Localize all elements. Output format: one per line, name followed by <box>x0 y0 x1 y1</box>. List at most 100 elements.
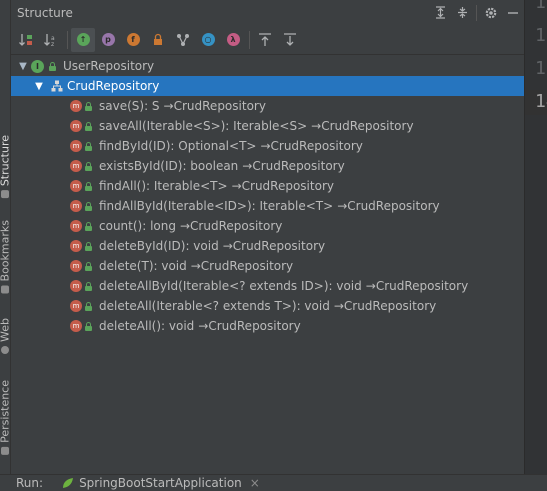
panel-header: Structure <box>11 0 524 25</box>
method-name: findAll(): Iterable<T> <box>99 179 228 193</box>
lock-icon <box>84 241 93 251</box>
method-name: existsById(ID): boolean <box>99 159 239 173</box>
side-tab-structure[interactable]: Structure <box>0 135 12 199</box>
header-separator <box>476 4 477 21</box>
method-icon: m <box>70 160 82 172</box>
run-bar: Run: SpringBootStartApplication × <box>0 474 547 491</box>
method-location: →CrudRepository <box>163 99 266 113</box>
left-tool-strip: Structure Bookmarks Web Persistence <box>0 0 12 474</box>
lock-icon <box>84 221 93 231</box>
method-icon: m <box>70 260 82 272</box>
method-icon: m <box>70 200 82 212</box>
side-tab-web[interactable]: Web <box>0 318 12 354</box>
method-icon: m <box>70 300 82 312</box>
lock-icon <box>48 61 57 71</box>
side-tab-persistence-label: Persistence <box>0 380 12 443</box>
line-number: 13 <box>535 58 547 79</box>
panel-title: Structure <box>17 5 73 20</box>
collapse-all-icon[interactable] <box>451 2 473 24</box>
method-location: →CrudRepository <box>260 139 363 153</box>
method-location: →CrudRepository <box>179 219 283 233</box>
run-tab[interactable]: SpringBootStartApplication × <box>61 476 260 490</box>
method-name: saveAll(Iterable<S>): Iterable<S> <box>99 119 308 133</box>
tree-node-crud-repository[interactable]: ▼ CrudRepository <box>11 76 524 96</box>
method-row[interactable]: m existsById(ID): boolean →CrudRepositor… <box>11 156 524 176</box>
line-number-current: 14 <box>535 91 547 112</box>
method-icon: m <box>70 180 82 192</box>
anonymous-circle: ○ <box>201 33 215 46</box>
method-row[interactable]: m deleteAll(Iterable<? extends T>): void… <box>11 296 524 316</box>
show-lambdas-icon[interactable]: λ <box>221 28 245 52</box>
method-location: →CrudRepository <box>337 199 440 213</box>
method-name: deleteAll(Iterable<? extends T>): void <box>99 299 330 313</box>
minimize-icon[interactable] <box>502 2 524 24</box>
side-tab-persistence[interactable]: Persistence <box>0 380 12 455</box>
line-number: 12 <box>535 25 547 46</box>
method-icon: m <box>70 140 82 152</box>
chevron-down-icon[interactable]: ▼ <box>17 61 29 72</box>
run-label: Run: <box>16 476 44 490</box>
method-icon: m <box>70 280 82 292</box>
method-row[interactable]: m delete(T): void →CrudRepository <box>11 256 524 276</box>
tree-node-label: CrudRepository <box>67 79 160 93</box>
expand-all-icon[interactable] <box>429 2 451 24</box>
tree-root-label: UserRepository <box>63 59 155 73</box>
lock-icon <box>84 261 93 271</box>
close-icon[interactable]: × <box>250 476 260 490</box>
chevron-down-icon[interactable]: ▼ <box>33 81 45 92</box>
field-circle: f <box>126 33 140 46</box>
lock-icon <box>84 321 93 331</box>
method-location: →CrudRepository <box>190 259 294 273</box>
side-tab-web-label: Web <box>0 318 12 342</box>
show-fields-icon[interactable]: f <box>121 28 145 52</box>
lock-icon <box>84 281 93 291</box>
lambda-circle: λ <box>226 33 240 46</box>
lock-icon <box>84 181 93 191</box>
method-location: →CrudRepository <box>198 319 301 333</box>
method-name: deleteAll(): void <box>99 319 195 333</box>
lock-icon <box>84 201 93 211</box>
show-non-public-icon[interactable] <box>146 28 170 52</box>
web-icon <box>1 345 9 354</box>
method-row[interactable]: m count(): long →CrudRepository <box>11 216 524 236</box>
side-tab-bookmarks-label: Bookmarks <box>0 220 12 282</box>
show-inherited-icon[interactable]: ↑ <box>71 27 95 52</box>
gear-icon[interactable] <box>480 2 502 24</box>
structure-tree: ▼ I UserRepository ▼ CrudRepository m sa… <box>11 56 524 336</box>
method-row[interactable]: m saveAll(Iterable<S>): Iterable<S> →Cru… <box>11 116 524 136</box>
method-row[interactable]: m deleteById(ID): void →CrudRepository <box>11 236 524 256</box>
line-number: 11 <box>535 0 547 13</box>
sort-alphabetically-icon[interactable]: az <box>39 28 63 52</box>
persistence-icon <box>1 446 9 455</box>
method-icon: m <box>70 240 82 252</box>
svg-text:z: z <box>51 41 54 48</box>
method-name: save(S): S <box>99 99 160 113</box>
toolbar-separator-2 <box>249 30 250 49</box>
method-name: count(): long <box>99 219 176 233</box>
method-row[interactable]: m findAll(): Iterable<T> →CrudRepository <box>11 176 524 196</box>
method-row[interactable]: m findAllById(Iterable<ID>): Iterable<T>… <box>11 196 524 216</box>
method-icon: m <box>70 220 82 232</box>
show-properties-icon[interactable]: p <box>96 28 120 52</box>
sort-by-visibility-icon[interactable] <box>14 28 38 52</box>
method-row[interactable]: m save(S): S →CrudRepository <box>11 96 524 116</box>
autoscroll-from-source-icon[interactable] <box>278 28 302 52</box>
bookmark-icon <box>1 285 9 294</box>
show-anonymous-icon[interactable]: ○ <box>196 28 220 52</box>
interface-icon: I <box>31 59 44 73</box>
method-row[interactable]: m deleteAllById(Iterable<? extends ID>):… <box>11 276 524 296</box>
method-location: →CrudRepository <box>365 279 469 293</box>
side-tab-bookmarks[interactable]: Bookmarks <box>0 220 12 294</box>
method-location: →CrudRepository <box>311 119 414 133</box>
property-circle: p <box>101 33 115 46</box>
structure-icon <box>1 190 9 199</box>
show-lombok-icon[interactable] <box>171 28 195 52</box>
autoscroll-to-source-icon[interactable] <box>253 28 277 52</box>
method-row[interactable]: m findById(ID): Optional<T> →CrudReposit… <box>11 136 524 156</box>
method-name: deleteAllById(Iterable<? extends ID>): v… <box>99 279 362 293</box>
method-location: →CrudRepository <box>333 299 437 313</box>
tree-root-user-repository[interactable]: ▼ I UserRepository <box>11 56 524 76</box>
method-row[interactable]: m deleteAll(): void →CrudRepository <box>11 316 524 336</box>
toolbar-separator <box>67 30 68 49</box>
method-name: findById(ID): Optional<T> <box>99 139 257 153</box>
